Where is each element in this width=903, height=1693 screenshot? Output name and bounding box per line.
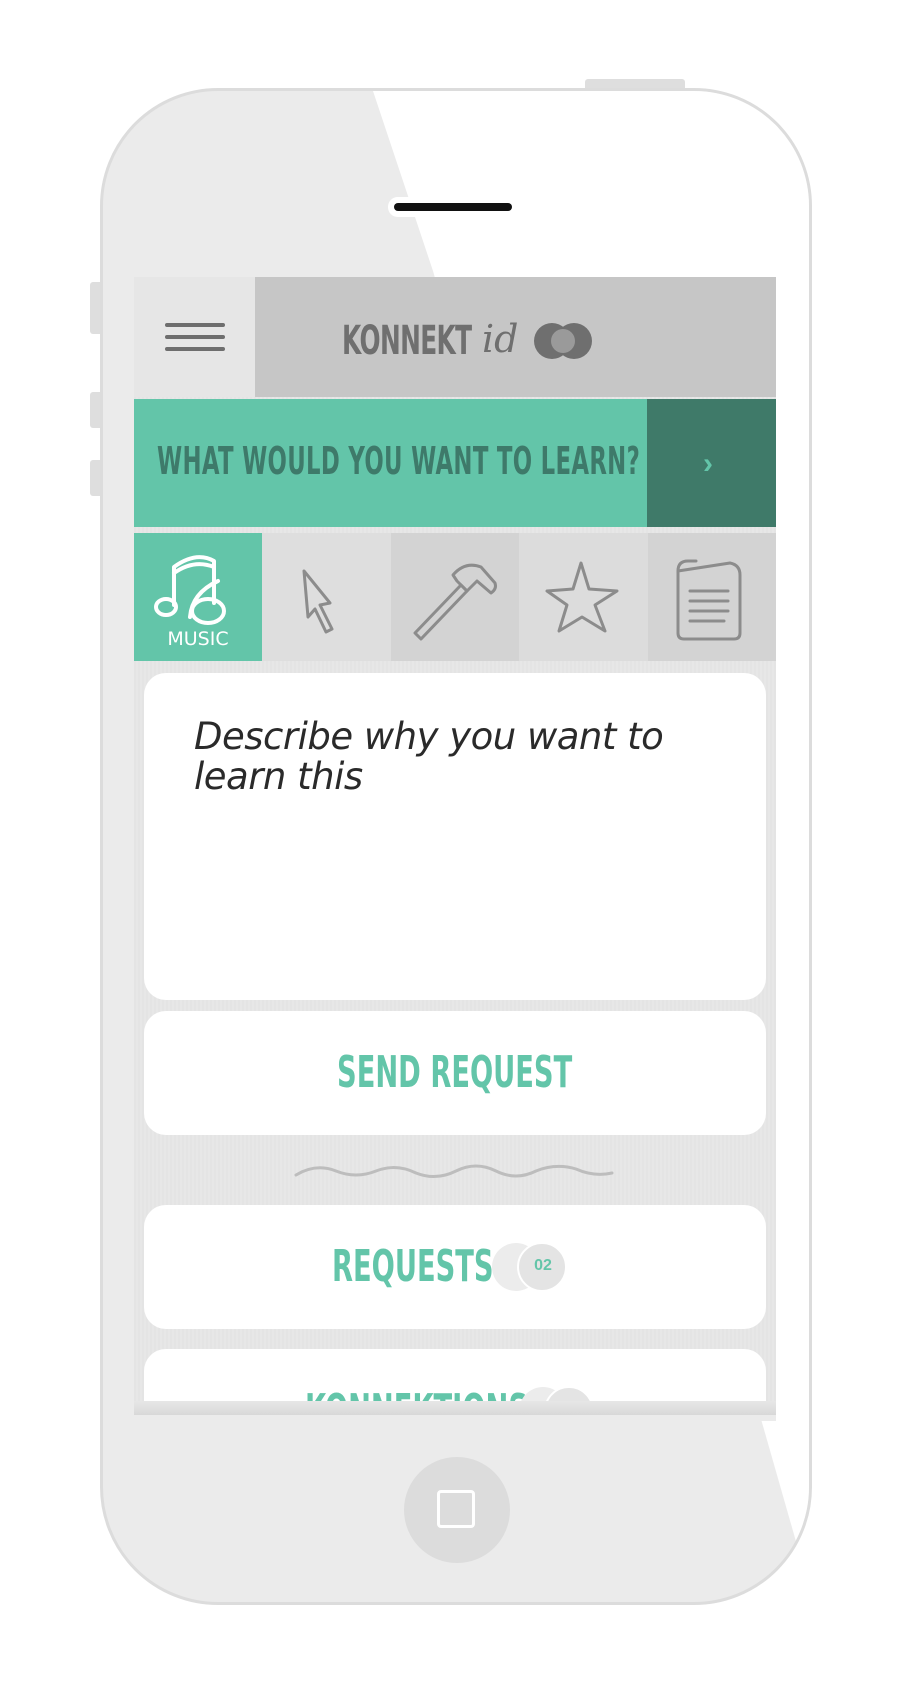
next-button[interactable]: › (647, 399, 776, 527)
screen-bottom-edge (134, 1401, 776, 1415)
question-title: WHAT WOULD YOU WANT TO LEARN? (157, 439, 641, 483)
wavy-divider (294, 1164, 614, 1178)
send-request-label: SEND REQUEST (144, 1047, 766, 1098)
requests-count: 02 (534, 1257, 552, 1274)
category-star[interactable] (519, 533, 648, 661)
send-request-text: SEND REQUEST (337, 1047, 573, 1098)
home-square-icon (437, 1490, 475, 1528)
requests-button[interactable]: REQUESTS 02 (144, 1205, 766, 1329)
mute-switch (90, 282, 100, 334)
logo-suffix: id (482, 317, 519, 361)
app-logo: KONNEKT id (342, 317, 592, 364)
volume-down-button (90, 460, 100, 496)
category-label: MUSIC (167, 628, 229, 650)
logo-circles-icon (534, 323, 592, 359)
category-selector: MUSIC (134, 533, 776, 661)
menu-icon-line (165, 335, 225, 339)
hammer-icon (413, 563, 497, 641)
menu-icon-line (165, 347, 225, 351)
home-button[interactable] (404, 1457, 510, 1563)
reason-textarea[interactable]: Describe why you want to learn this (144, 673, 766, 1000)
textarea-placeholder: Describe why you want to learn this (194, 715, 664, 798)
category-document[interactable] (647, 533, 776, 661)
phone-chin-edge (134, 1415, 776, 1421)
volume-up-button (90, 392, 100, 428)
hamburger-menu-button[interactable] (134, 277, 255, 397)
send-request-button[interactable]: SEND REQUEST (144, 1011, 766, 1135)
earpiece-speaker (394, 203, 512, 211)
app-screen: KONNEKT id WHAT WOULD YOU WANT TO LEARN?… (134, 277, 776, 1415)
logo-text: KONNEKT (342, 318, 472, 364)
category-hammer[interactable] (390, 533, 520, 661)
cursor-pointer-icon (302, 569, 334, 634)
chevron-right-icon: › (703, 447, 713, 480)
star-icon (545, 561, 619, 633)
requests-label: REQUESTS (332, 1241, 494, 1292)
category-cursor[interactable] (262, 533, 391, 661)
document-icon (676, 559, 742, 641)
requests-count-badge: 02 (490, 1241, 570, 1293)
menu-icon-line (165, 323, 225, 327)
category-music[interactable]: MUSIC (134, 533, 263, 661)
